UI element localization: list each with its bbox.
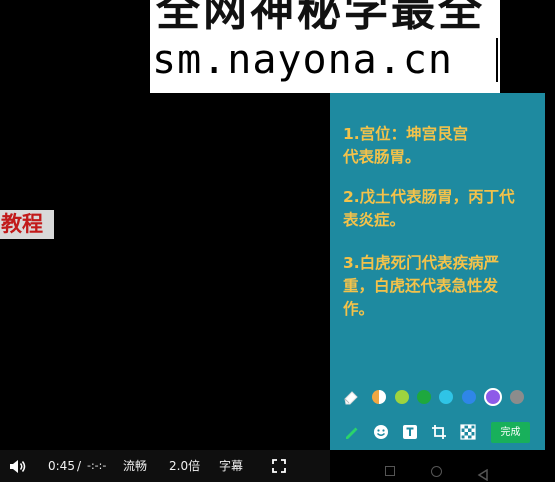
mosaic-icon[interactable] [460,424,476,440]
home-icon[interactable] [431,466,442,477]
note-3-text: 3.白虎死门代表疾病严 重，白虎还代表急性发 作。 [343,254,500,318]
eraser-icon[interactable] [343,389,359,405]
current-time: 0:45 [48,459,75,473]
side-label: 教程 [0,210,54,239]
color-swatch-purple-selected[interactable] [484,388,502,406]
quality-button[interactable]: 流畅 [123,459,147,473]
color-swatch-lime[interactable] [395,390,409,404]
note-2: 2.戊土代表肠胃，丙丁代 表炎症。 [343,186,515,232]
color-swatch-blue[interactable] [462,390,476,404]
volume-icon[interactable] [9,459,27,474]
text-icon[interactable] [402,424,418,440]
pen-icon[interactable] [343,424,359,440]
note-1-text: 1.宫位：坤宫艮宫 代表肠胃。 [343,125,469,166]
watermark-url: sm.nayona.cn [152,37,453,83]
subtitle-button[interactable]: 字幕 [219,459,243,473]
crop-icon[interactable] [431,424,447,440]
note-1: 1.宫位：坤宫艮宫 代表肠胃。 [343,123,468,169]
note-3: 3.白虎死门代表疾病严 重，白虎还代表急性发 作。 [343,252,499,321]
player-control-bar: 0:45 / -:-:- 流畅 2.0倍 字幕 [0,450,330,482]
video-stage: 全网神秘学最全 sm.nayona.cn 教程 1.宫位：坤宫艮宫 代表肠胃。 2… [0,0,555,482]
speed-button[interactable]: 2.0倍 [169,459,200,473]
fullscreen-icon[interactable] [272,459,286,473]
watermark-banner: 全网神秘学最全 sm.nayona.cn [150,0,500,93]
text-cursor [496,38,498,82]
color-swatch-green[interactable] [417,390,431,404]
color-swatch-orange[interactable] [372,390,386,404]
color-swatch-cyan[interactable] [439,390,453,404]
done-button[interactable]: 完成 [491,422,530,443]
total-time: -:-:- [87,459,107,472]
emoji-icon[interactable] [373,424,389,440]
note-2-text: 2.戊土代表肠胃，丙丁代 表炎症。 [343,188,515,229]
recents-icon[interactable] [385,466,395,476]
back-icon[interactable] [477,466,489,482]
time-separator: / [77,459,82,473]
editor-toolbar: 完成 [343,422,533,444]
android-nav-bar [330,460,545,482]
color-swatch-gray[interactable] [510,390,524,404]
color-palette [343,387,533,407]
watermark-title: 全网神秘学最全 [156,0,485,36]
